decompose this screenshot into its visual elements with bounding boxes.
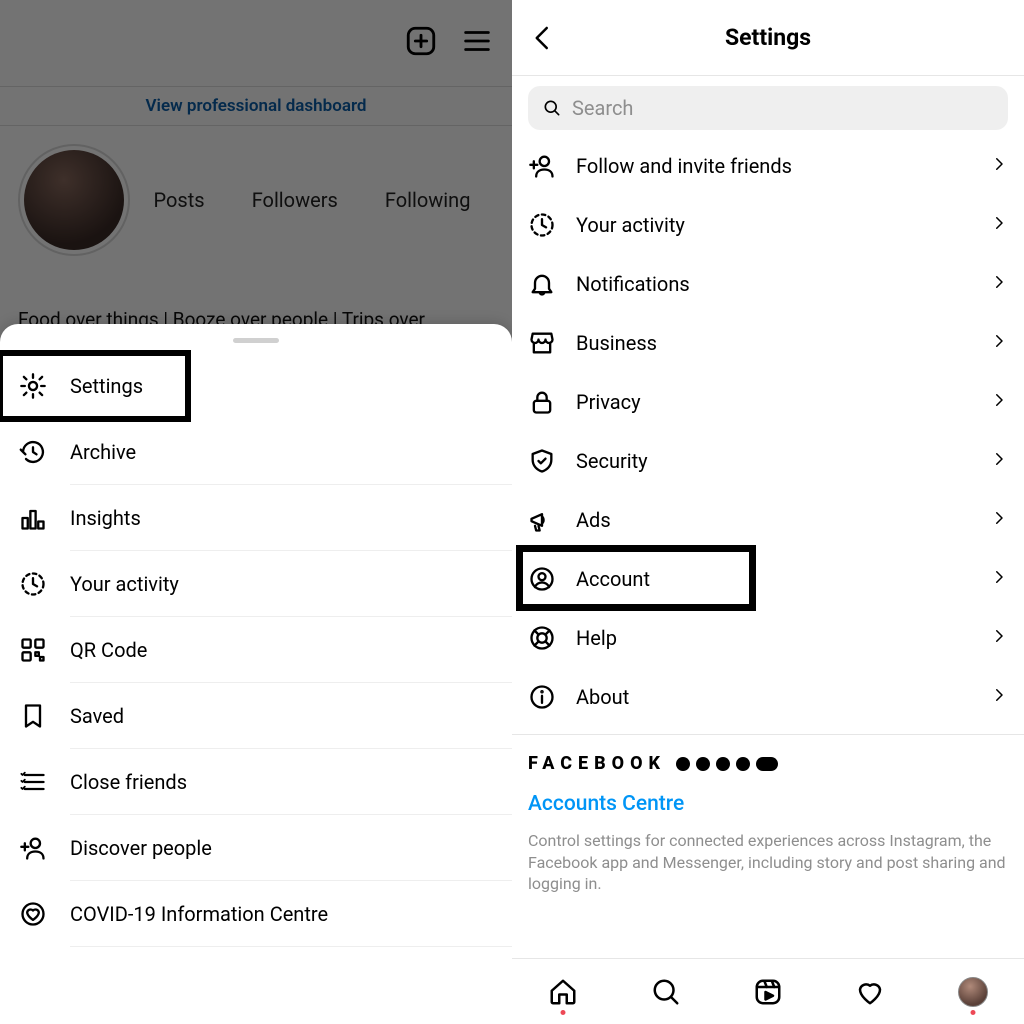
reels-tab[interactable]: [753, 977, 783, 1007]
menu-item-covid[interactable]: COVID-19 Information Centre: [0, 881, 512, 947]
settings-item-label: About: [576, 685, 990, 709]
chevron-right-icon: [990, 273, 1008, 295]
settings-item-label: Your activity: [576, 213, 990, 237]
activity-icon: [528, 211, 556, 239]
menu-item-saved[interactable]: Saved: [0, 683, 512, 749]
chevron-right-icon: [990, 568, 1008, 590]
meta-product-icons: [676, 757, 778, 771]
settings-item-activity[interactable]: Your activity: [512, 195, 1024, 254]
menu-item-qr[interactable]: QR Code: [0, 617, 512, 683]
gear-icon: [18, 371, 48, 401]
bell-icon: [528, 270, 556, 298]
menu-item-label: Saved: [70, 683, 512, 749]
settings-item-label: Privacy: [576, 390, 990, 414]
chevron-right-icon: [990, 627, 1008, 649]
activity-icon: [18, 569, 48, 599]
search-input[interactable]: Search: [528, 86, 1008, 130]
menu-item-label: Archive: [70, 419, 512, 485]
accounts-centre-link[interactable]: Accounts Centre: [528, 792, 1008, 816]
chevron-right-icon: [990, 155, 1008, 177]
settings-item-notifications[interactable]: Notifications: [512, 254, 1024, 313]
accounts-centre-description: Control settings for connected experienc…: [528, 830, 1008, 895]
bottom-tab-bar: [512, 958, 1024, 1024]
menu-item-activity[interactable]: Your activity: [0, 551, 512, 617]
chevron-right-icon: [990, 509, 1008, 531]
storefront-icon: [528, 329, 556, 357]
menu-item-label: Your activity: [70, 551, 512, 617]
settings-item-label: Ads: [576, 508, 990, 532]
add-person-icon: [528, 152, 556, 180]
settings-item-about[interactable]: About: [512, 667, 1024, 726]
chevron-right-icon: [990, 332, 1008, 354]
chevron-right-icon: [990, 686, 1008, 708]
settings-item-label: Notifications: [576, 272, 990, 296]
settings-item-security[interactable]: Security: [512, 431, 1024, 490]
chevron-right-icon: [990, 450, 1008, 472]
settings-pane: Settings Search Follow and invite friend…: [512, 0, 1024, 1024]
menu-item-close-friends[interactable]: Close friends: [0, 749, 512, 815]
back-button[interactable]: [528, 23, 558, 53]
settings-item-label: Business: [576, 331, 990, 355]
menu-item-label: Close friends: [70, 749, 512, 815]
menu-item-insights[interactable]: Insights: [0, 485, 512, 551]
menu-item-label: Insights: [70, 485, 512, 551]
lock-icon: [528, 388, 556, 416]
search-placeholder: Search: [572, 96, 633, 120]
megaphone-icon: [528, 506, 556, 534]
menu-item-archive[interactable]: Archive: [0, 419, 512, 485]
info-icon: [528, 683, 556, 711]
settings-item-label: Security: [576, 449, 990, 473]
settings-item-label: Account: [576, 567, 990, 591]
menu-item-label: Discover people: [70, 815, 512, 881]
menu-item-label: Settings: [70, 353, 188, 419]
page-title: Settings: [512, 24, 1024, 51]
sheet-handle[interactable]: [233, 338, 279, 343]
search-tab[interactable]: [651, 977, 681, 1007]
bookmark-icon: [18, 701, 48, 731]
facebook-brand: FACEBOOK: [528, 753, 1008, 774]
insights-icon: [18, 503, 48, 533]
menu-item-discover[interactable]: Discover people: [0, 815, 512, 881]
archive-icon: [18, 437, 48, 467]
home-tab[interactable]: [548, 977, 578, 1007]
user-circle-icon: [528, 565, 556, 593]
settings-item-help[interactable]: Help: [512, 608, 1024, 667]
settings-item-label: Help: [576, 626, 990, 650]
profile-tab[interactable]: [958, 977, 988, 1007]
settings-item-account[interactable]: Account: [512, 549, 1024, 608]
chevron-right-icon: [990, 391, 1008, 413]
shield-icon: [528, 447, 556, 475]
settings-item-ads[interactable]: Ads: [512, 490, 1024, 549]
heart-badge-icon: [18, 899, 48, 929]
add-person-icon: [18, 833, 48, 863]
lifebuoy-icon: [528, 624, 556, 652]
menu-item-label: QR Code: [70, 617, 512, 683]
activity-tab[interactable]: [855, 977, 885, 1007]
menu-item-settings[interactable]: Settings: [0, 353, 188, 419]
settings-item-business[interactable]: Business: [512, 313, 1024, 372]
menu-item-label: COVID-19 Information Centre: [70, 881, 512, 947]
settings-item-label: Follow and invite friends: [576, 154, 990, 178]
qr-icon: [18, 635, 48, 665]
close-friends-icon: [18, 767, 48, 797]
profile-menu-sheet: SettingsArchiveInsightsYour activityQR C…: [0, 324, 512, 1024]
chevron-right-icon: [990, 214, 1008, 236]
settings-item-privacy[interactable]: Privacy: [512, 372, 1024, 431]
profile-pane: View professional dashboard Posts Follow…: [0, 0, 512, 1024]
settings-item-follow[interactable]: Follow and invite friends: [512, 136, 1024, 195]
